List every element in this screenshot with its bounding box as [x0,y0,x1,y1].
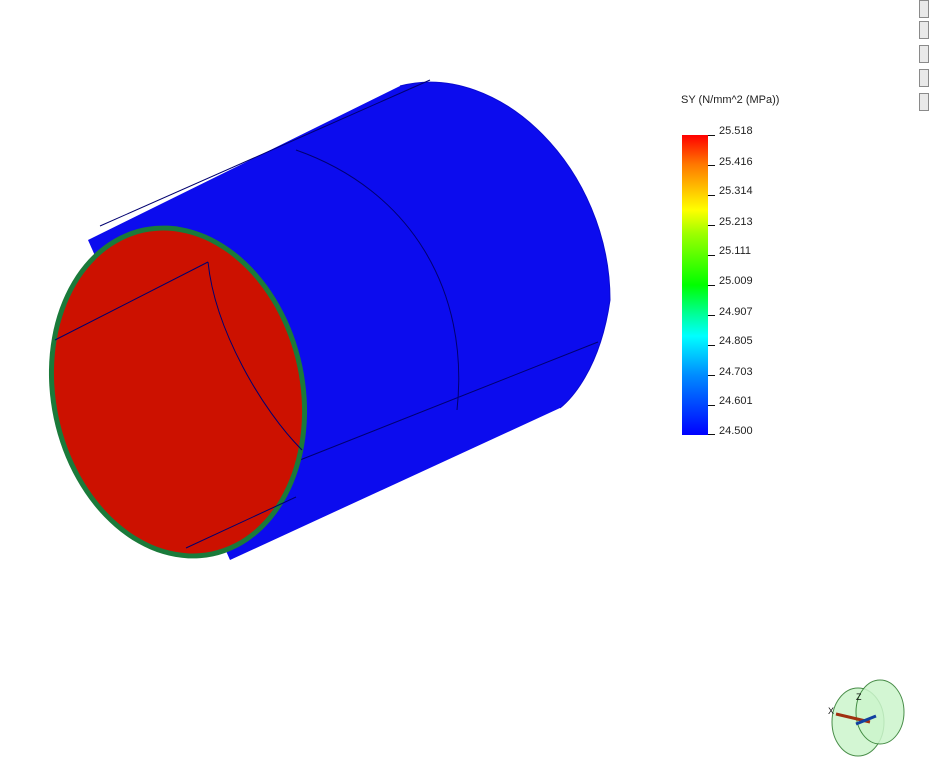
toolbar-button[interactable] [919,69,929,87]
cylinder-model[interactable] [0,0,929,767]
legend-tick [708,434,715,435]
legend-tick-label: 25.009 [719,275,753,287]
legend-tick-label: 24.500 [719,425,753,437]
legend-tick [708,315,715,316]
legend-tick-label: 25.111 [719,245,752,257]
legend-tick-label: 24.805 [719,335,753,347]
legend-tick [708,375,715,376]
legend-tick [708,285,715,286]
legend-color-bar [682,135,708,435]
toolbar-button[interactable] [919,93,929,111]
legend-tick-label: 24.907 [719,306,753,318]
legend-tick [708,345,715,346]
legend-tick [708,195,715,196]
legend-tick-label: 24.601 [719,395,753,407]
triad-ring [855,679,905,745]
legend-tick [708,165,715,166]
orientation-triad[interactable]: X Z [822,676,912,766]
legend-tick-label: 25.314 [719,185,753,197]
legend-tick [708,405,715,406]
legend-tick-label: 25.213 [719,216,753,228]
legend-title: SY (N/mm^2 (MPa)) [681,94,780,106]
legend-tick [708,255,715,256]
legend-tick [708,135,715,136]
legend-tick [708,225,715,226]
toolbar-button[interactable] [919,21,929,39]
toolbar-button[interactable] [919,45,929,63]
legend-tick-label: 25.518 [719,125,753,137]
graphics-viewport[interactable]: SY (N/mm^2 (MPa)) 25.518 25.416 25.314 2… [0,0,929,767]
legend-tick-label: 25.416 [719,156,753,168]
legend-tick-label: 24.703 [719,366,753,378]
triad-z-label: Z [856,692,862,702]
triad-x-label: X [828,706,834,716]
toolbar-button[interactable] [919,0,929,18]
